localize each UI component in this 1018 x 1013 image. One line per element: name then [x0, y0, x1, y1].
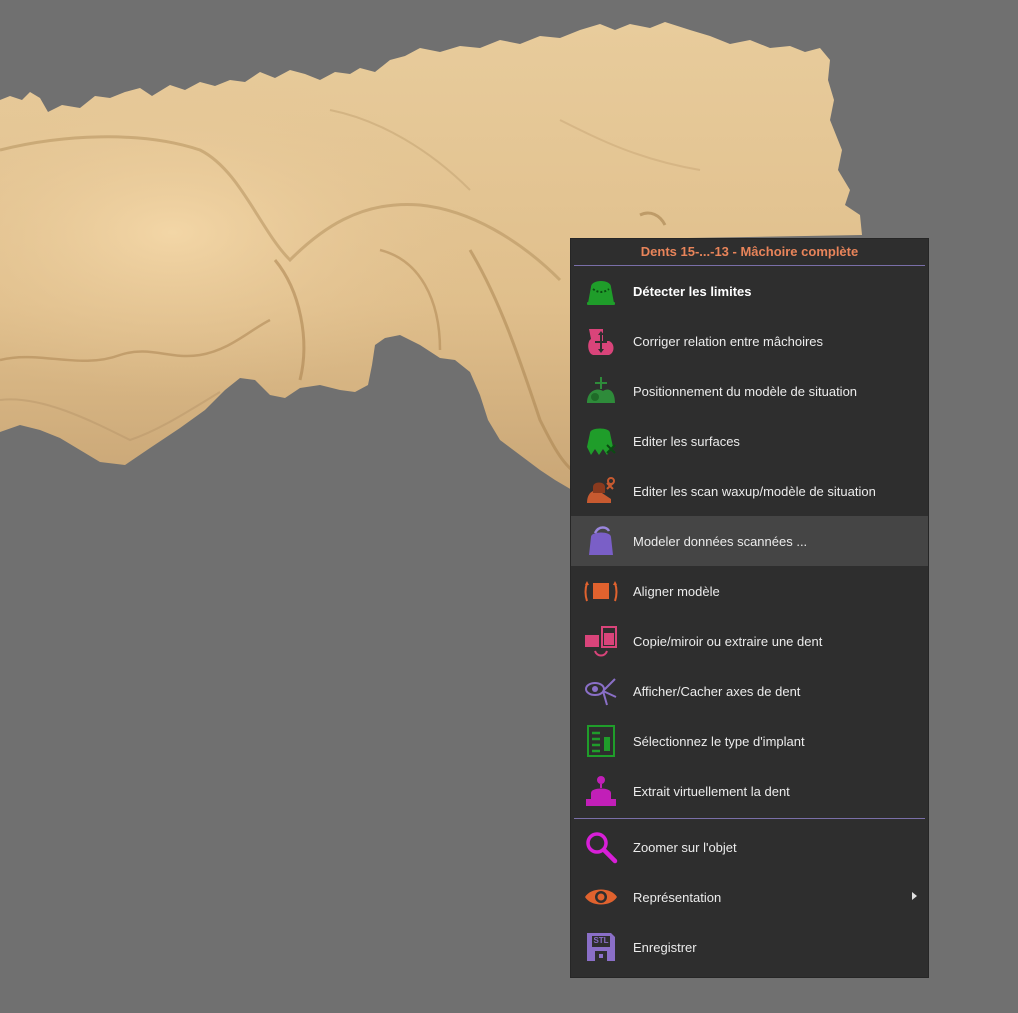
menu-item-label: Afficher/Cacher axes de dent — [633, 683, 801, 699]
menu-item-label: Sélectionnez le type d'implant — [633, 733, 805, 749]
correct-bite-icon — [581, 321, 621, 361]
menu-title: Dents 15-...-13 - Mâchoire complète — [574, 239, 925, 266]
menu-item-sculpt-scan-data[interactable]: Modeler données scannées ... — [571, 516, 928, 566]
menu-item-virtual-extraction[interactable]: Extrait virtuellement la dent — [571, 766, 928, 816]
menu-item-label: Modeler données scannées ... — [633, 533, 808, 549]
menu-item-tooth-axes[interactable]: Afficher/Cacher axes de dent — [571, 666, 928, 716]
menu-item-label: Positionnement du modèle de situation — [633, 383, 858, 399]
detect-margin-icon — [581, 271, 621, 311]
menu-item-zoom-object[interactable]: Zoomer sur l'objet — [571, 822, 928, 872]
menu-item-label: Détecter les limites — [633, 283, 752, 299]
menu-item-correct-bite[interactable]: Corriger relation entre mâchoires — [571, 316, 928, 366]
menu-item-situation-model-position[interactable]: Positionnement du modèle de situation — [571, 366, 928, 416]
menu-item-edit-waxup-scan[interactable]: Editer les scan waxup/modèle de situatio… — [571, 466, 928, 516]
submenu-arrow-icon — [912, 892, 917, 900]
align-model-icon — [581, 571, 621, 611]
menu-item-label: Enregistrer — [633, 939, 697, 955]
menu-item-edit-surfaces[interactable]: Editer les surfaces — [571, 416, 928, 466]
menu-separator — [574, 818, 925, 819]
menu-item-label: Editer les scan waxup/modèle de situatio… — [633, 483, 876, 499]
edit-waxup-scan-icon — [581, 471, 621, 511]
menu-item-align-model[interactable]: Aligner modèle — [571, 566, 928, 616]
menu-item-copy-mirror-tooth[interactable]: Copie/miroir ou extraire une dent — [571, 616, 928, 666]
context-menu: Dents 15-...-13 - Mâchoire complète Déte… — [571, 239, 928, 977]
implant-type-icon — [581, 721, 621, 761]
menu-item-label: Représentation — [633, 889, 722, 905]
menu-item-implant-type[interactable]: Sélectionnez le type d'implant — [571, 716, 928, 766]
save-stl-icon: STL — [581, 927, 621, 967]
stl-badge: STL — [593, 936, 609, 945]
3d-viewport[interactable]: Dents 15-...-13 - Mâchoire complète Déte… — [0, 0, 1018, 1013]
menu-item-label: Extrait virtuellement la dent — [633, 783, 790, 799]
menu-item-detect-margins[interactable]: Détecter les limites — [571, 266, 928, 316]
eye-icon — [581, 877, 621, 917]
sculpt-scan-data-icon — [581, 521, 621, 561]
situation-model-position-icon — [581, 371, 621, 411]
zoom-icon — [581, 827, 621, 867]
menu-item-representation[interactable]: Représentation — [571, 872, 928, 922]
menu-item-label: Copie/miroir ou extraire une dent — [633, 633, 823, 649]
virtual-extraction-icon — [581, 771, 621, 811]
menu-item-label: Corriger relation entre mâchoires — [633, 333, 824, 349]
menu-item-label: Aligner modèle — [633, 583, 720, 599]
menu-item-label: Zoomer sur l'objet — [633, 839, 737, 855]
menu-item-save[interactable]: STL Enregistrer — [571, 922, 928, 972]
copy-mirror-tooth-icon — [581, 621, 621, 661]
menu-item-label: Editer les surfaces — [633, 433, 740, 449]
edit-surfaces-icon — [581, 421, 621, 461]
tooth-axes-icon — [581, 671, 621, 711]
